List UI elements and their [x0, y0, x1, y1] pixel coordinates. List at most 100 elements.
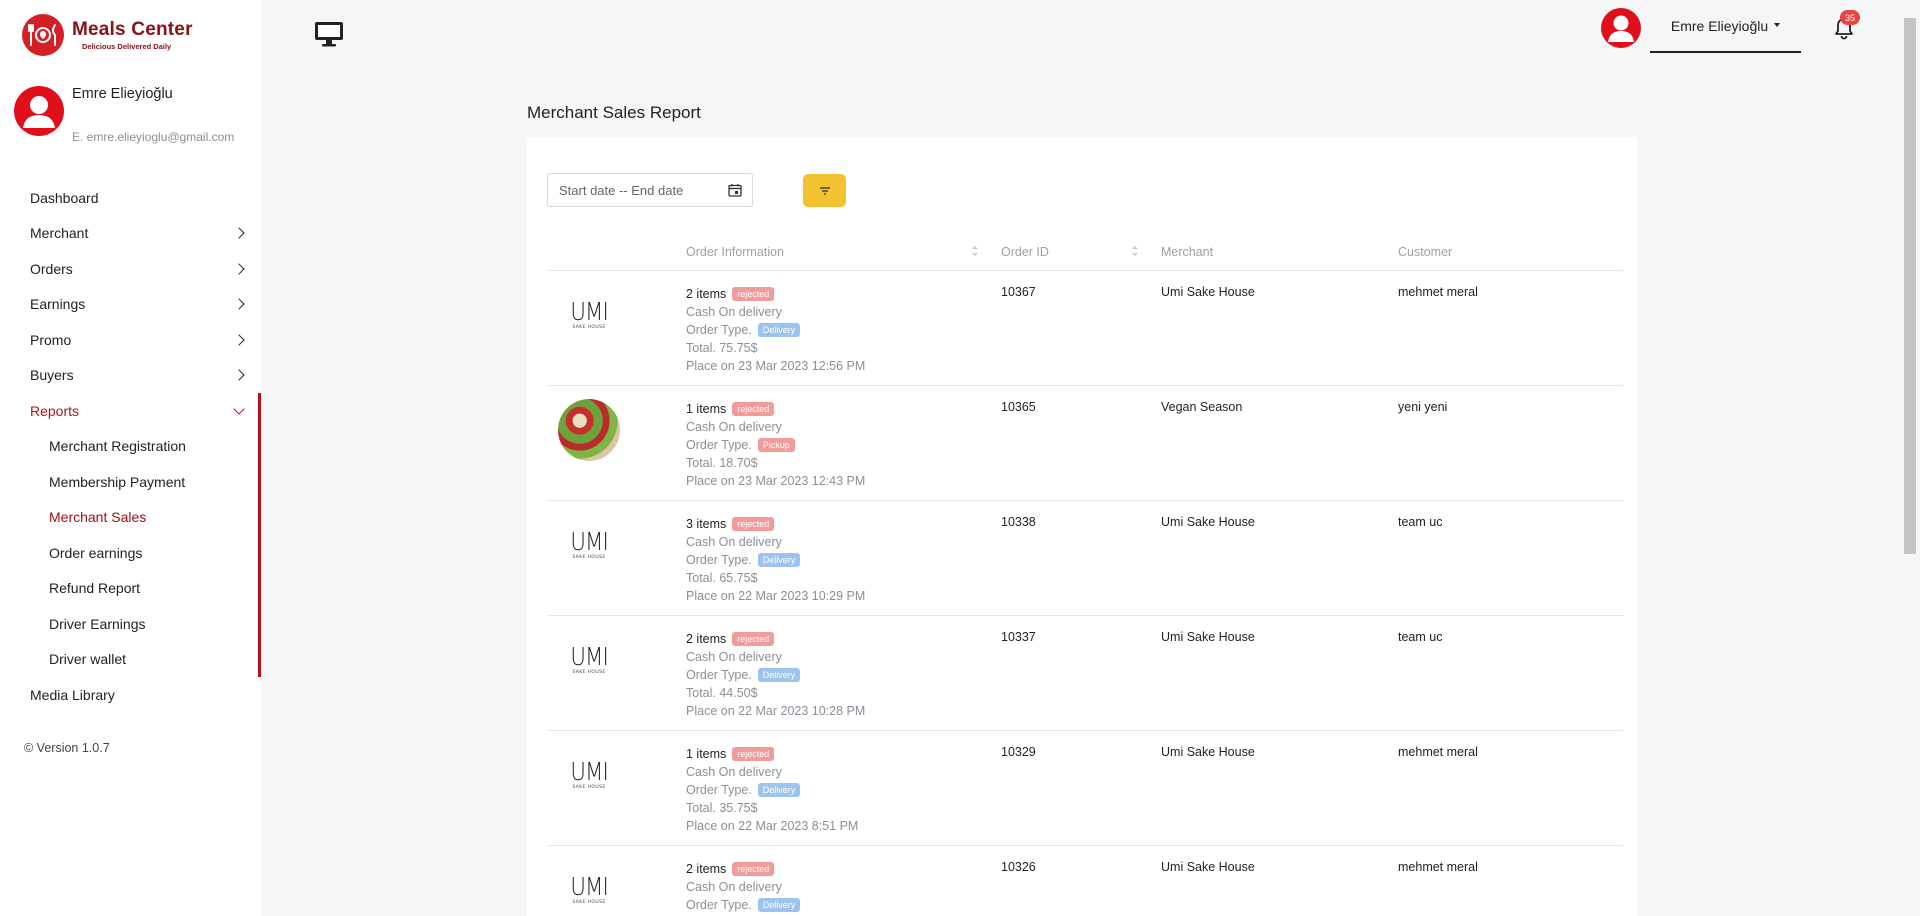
order-type-badge: Delivery: [757, 323, 801, 337]
order-type-label: Order Type.: [686, 438, 752, 452]
order-type-badge: Pickup: [757, 438, 795, 452]
order-items: 1 items: [686, 402, 727, 416]
merchant-name: Vegan Season: [1161, 400, 1243, 414]
sort-icon[interactable]: [1132, 244, 1138, 258]
status-badge: rejected: [732, 287, 775, 301]
sidebar-item-refund-report[interactable]: Refund Report: [0, 571, 261, 607]
order-payment: Cash On delivery: [686, 880, 782, 894]
order-items: 2 items: [686, 287, 727, 301]
order-id: 10367: [1001, 285, 1036, 299]
chevron-right-icon: [233, 227, 245, 239]
sort-icon[interactable]: [972, 244, 978, 258]
sidebar-item-label: Earnings: [30, 296, 86, 313]
sidebar-item-driver-earnings[interactable]: Driver Earnings: [0, 606, 261, 642]
sidebar-nav: Dashboard Merchant Orders Earnings Promo…: [0, 180, 261, 713]
merchant-name: Umi Sake House: [1161, 515, 1255, 529]
order-placed: Place on 23 Mar 2023 12:43 PM: [686, 474, 866, 488]
order-type-badge: Delivery: [757, 898, 801, 912]
order-id: 10326: [1001, 860, 1036, 874]
sidebar-item-buyers[interactable]: Buyers: [0, 358, 261, 394]
sidebar-item-media-library[interactable]: Media Library: [0, 677, 261, 713]
sidebar-item-merchant-registration[interactable]: Merchant Registration: [0, 429, 261, 465]
customer-name: mehmet meral: [1398, 285, 1478, 299]
sidebar-item-merchant[interactable]: Merchant: [0, 216, 261, 252]
brand-logo[interactable]: Meals Center Delicious Delivered Daily: [22, 14, 193, 56]
column-header-order-id[interactable]: Order ID: [1001, 245, 1049, 259]
order-type-badge: Delivery: [757, 783, 801, 797]
column-header-merchant[interactable]: Merchant: [1161, 245, 1213, 259]
merchant-logo: UMI SAKE HOUSE: [558, 859, 620, 916]
notification-badge: 35: [1840, 10, 1860, 25]
order-total: Total. 75.75$: [686, 341, 758, 355]
sidebar-item-dashboard[interactable]: Dashboard: [0, 180, 261, 216]
order-placed: Place on 22 Mar 2023 8:51 PM: [686, 819, 859, 833]
calendar-icon: [728, 184, 742, 197]
customer-name: yeni yeni: [1398, 400, 1448, 414]
table-row[interactable]: UMI SAKE HOUSE 2 items rejected Cash On de…: [547, 846, 1623, 916]
status-badge: rejected: [732, 862, 775, 876]
user-menu-dropdown[interactable]: Emre Elieyioğlu: [1650, 0, 1801, 53]
date-range-placeholder: Start date -- End date: [559, 182, 684, 198]
table-row[interactable]: UMI SAKE HOUSE 2 items rejected Cash On de…: [547, 271, 1623, 386]
sidebar-item-label: Merchant: [30, 225, 89, 242]
order-type-badge: Delivery: [757, 668, 801, 682]
table-row[interactable]: UMI SAKE HOUSE 3 items rejected Cash On de…: [547, 501, 1623, 616]
order-items: 1 items: [686, 747, 727, 761]
merchant-logo: [558, 399, 620, 461]
sidebar-item-merchant-sales[interactable]: Merchant Sales: [0, 500, 261, 536]
sidebar-item-driver-wallet[interactable]: Driver wallet: [0, 642, 261, 678]
monitor-icon[interactable]: [314, 20, 344, 53]
sidebar-item-label: Promo: [30, 331, 72, 348]
top-user-avatar[interactable]: [1601, 8, 1641, 48]
order-placed: Place on 22 Mar 2023 10:29 PM: [686, 589, 866, 603]
order-type-label: Order Type.: [686, 898, 752, 912]
merchant-logo: UMI SAKE HOUSE: [558, 629, 620, 691]
order-payment: Cash On delivery: [686, 535, 782, 549]
umi-logo-word: UMI: [570, 527, 608, 556]
chevron-right-icon: [233, 334, 245, 346]
column-header-order-information[interactable]: Order Information: [686, 245, 784, 259]
table-row[interactable]: UMI SAKE HOUSE 1 items rejected Cash On de…: [547, 731, 1623, 846]
order-id: 10337: [1001, 630, 1036, 644]
customer-name: team uc: [1398, 515, 1443, 529]
caret-down-icon: [1774, 22, 1781, 27]
page-scrollbar[interactable]: [1904, 18, 1916, 554]
table-row[interactable]: UMI SAKE HOUSE 2 items rejected Cash On de…: [547, 616, 1623, 731]
table-row[interactable]: 1 items rejected Cash On delivery Order T…: [547, 386, 1623, 501]
sidebar: Meals Center Delicious Delivered Daily E…: [0, 0, 261, 916]
filter-button[interactable]: [803, 174, 846, 207]
user-menu-name: Emre Elieyioğlu: [1670, 17, 1769, 34]
order-items: 3 items: [686, 517, 727, 531]
sidebar-item-membership-payment[interactable]: Membership Payment: [0, 464, 261, 500]
sidebar-item-label: Media Library: [30, 686, 115, 703]
order-payment: Cash On delivery: [686, 305, 782, 319]
order-total: Total. 44.50$: [686, 686, 758, 700]
date-range-input[interactable]: Start date -- End date: [547, 173, 753, 207]
profile-name: Emre Elieyioğlu: [72, 86, 173, 102]
profile-email: E. emre.elieyioglu@gmail.com: [72, 130, 235, 144]
umi-logo-word: UMI: [570, 297, 608, 326]
order-total: Total. 65.75$: [686, 571, 758, 585]
sidebar-item-order-earnings[interactable]: Order earnings: [0, 535, 261, 571]
merchant-logo: UMI SAKE HOUSE: [558, 744, 620, 806]
order-type-badge: Delivery: [757, 553, 801, 567]
sidebar-item-label: Buyers: [30, 367, 74, 384]
order-type-label: Order Type.: [686, 323, 752, 337]
order-payment: Cash On delivery: [686, 420, 782, 434]
sidebar-item-label: Orders: [30, 260, 73, 277]
sidebar-item-orders[interactable]: Orders: [0, 251, 261, 287]
order-type-label: Order Type.: [686, 668, 752, 682]
profile-avatar[interactable]: [14, 86, 64, 136]
salad-image: [558, 399, 620, 461]
order-items: 2 items: [686, 632, 727, 646]
sidebar-item-promo[interactable]: Promo: [0, 322, 261, 358]
sidebar-item-earnings[interactable]: Earnings: [0, 287, 261, 323]
reports-submenu: Merchant Registration Membership Payment…: [0, 393, 261, 678]
chevron-right-icon: [233, 263, 245, 275]
status-badge: rejected: [732, 632, 775, 646]
sidebar-item-reports[interactable]: Reports: [0, 393, 261, 429]
column-header-customer[interactable]: Customer: [1398, 245, 1452, 259]
order-placed: Place on 22 Mar 2023 10:28 PM: [686, 704, 866, 718]
order-total: Total. 18.70$: [686, 456, 758, 470]
order-total: Total. 35.75$: [686, 801, 758, 815]
